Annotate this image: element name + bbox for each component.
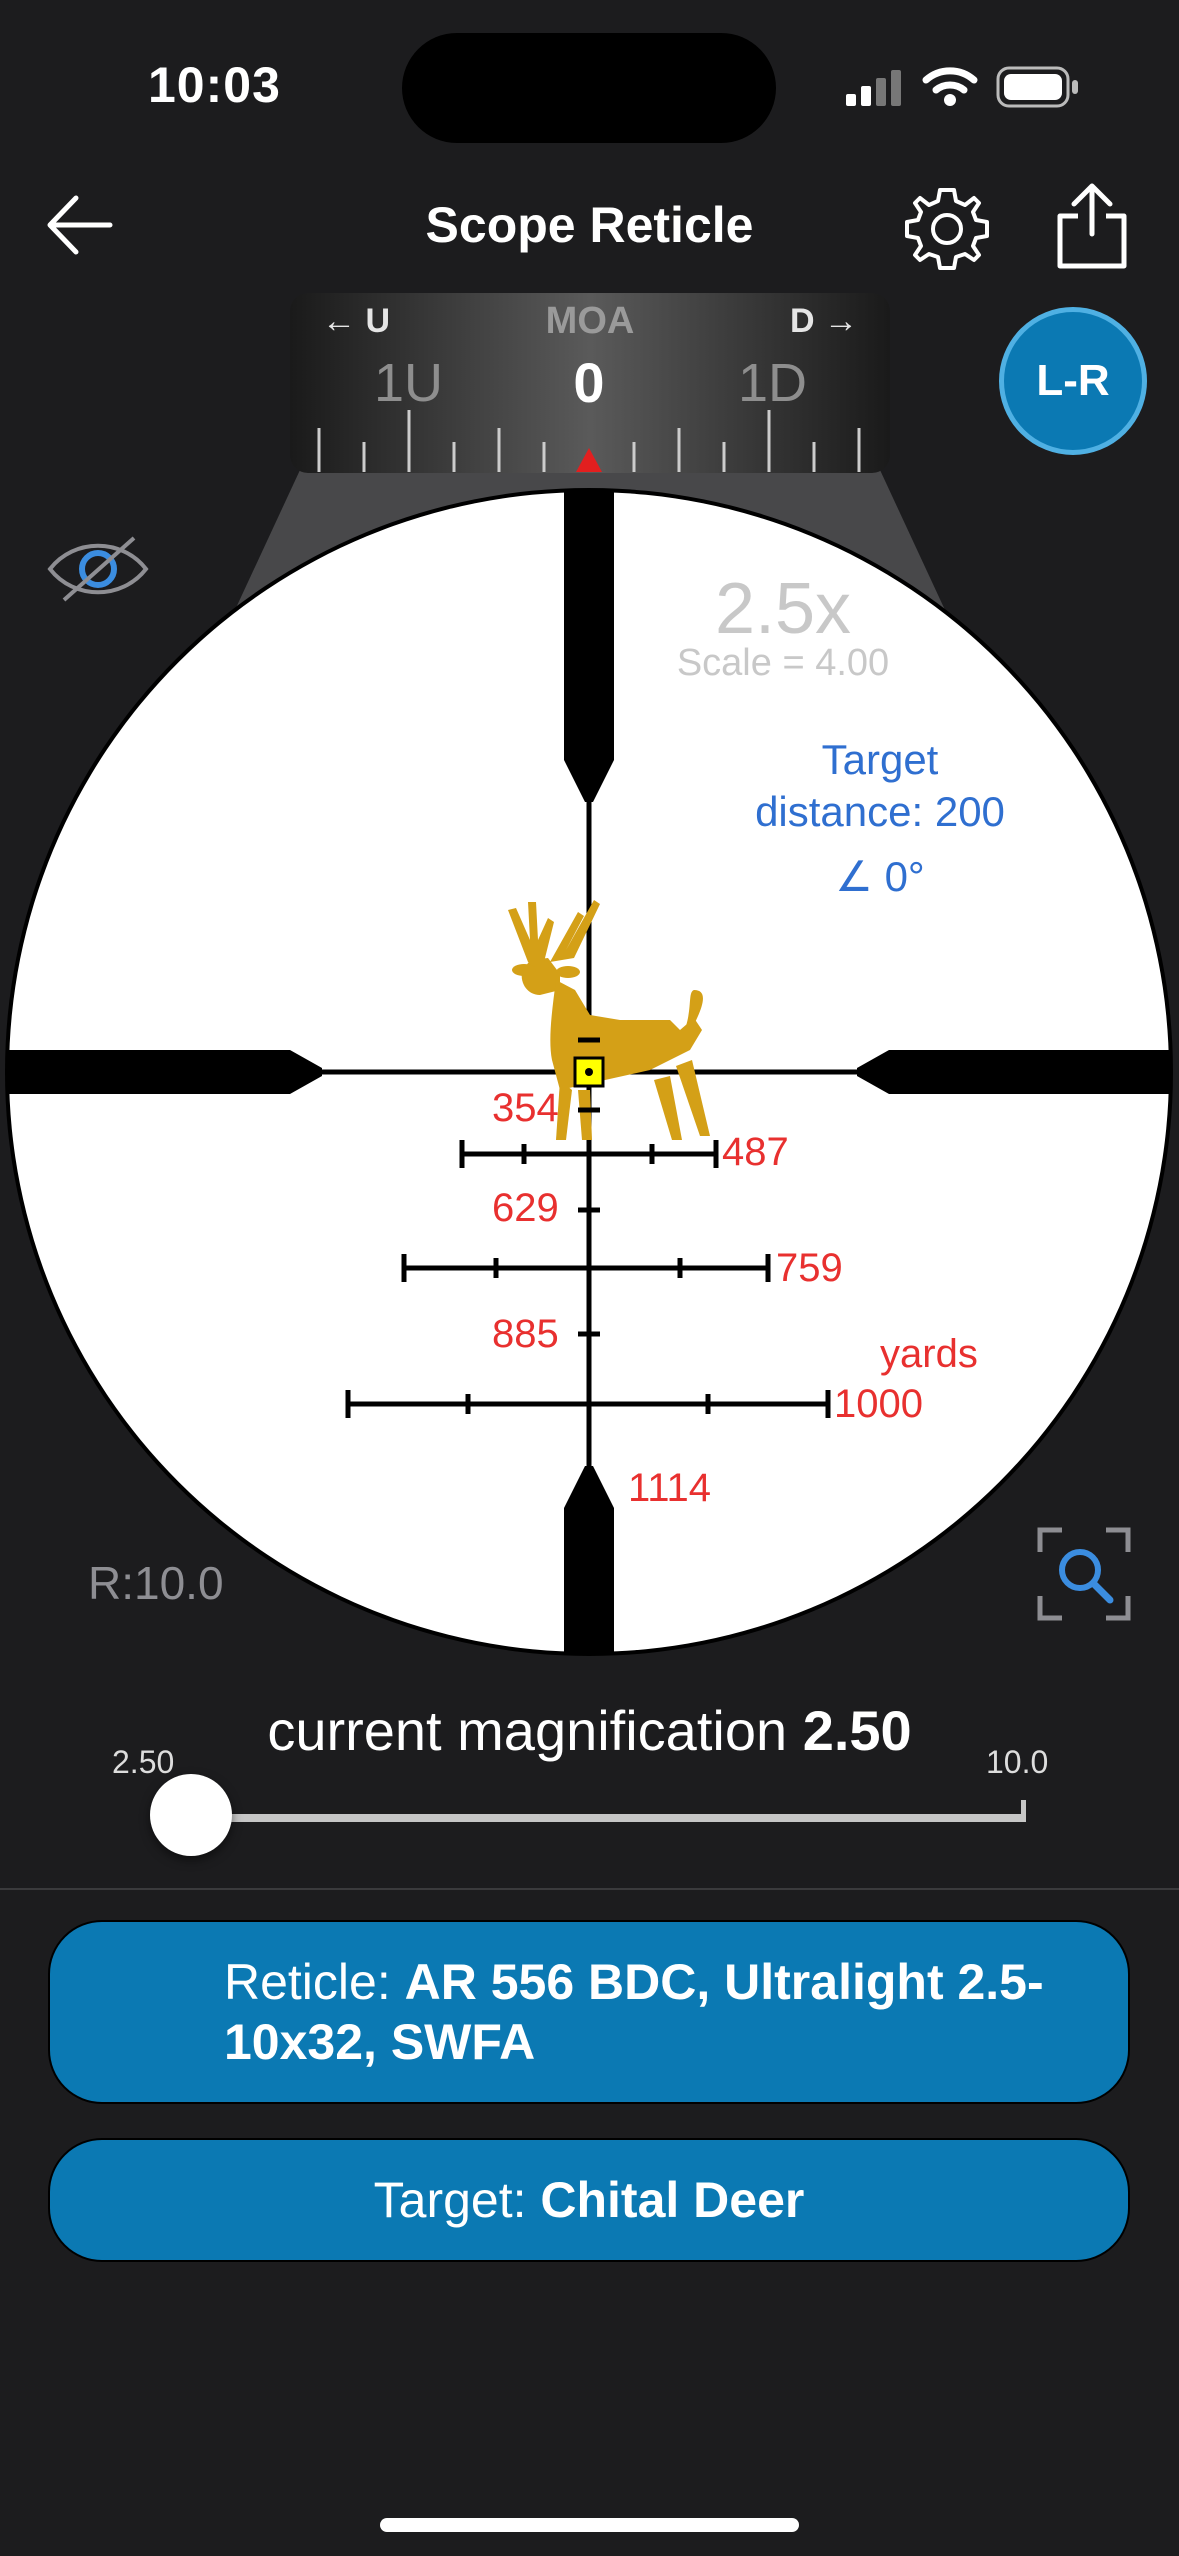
turret-tick-right: 1D [738,353,808,413]
slider-track-end [1021,1800,1026,1822]
dynamic-island [402,33,776,143]
scale-label: Scale = 4.00 [676,642,890,684]
turret-left-label: ← U [322,302,390,340]
home-indicator[interactable] [380,2518,799,2532]
share-icon[interactable] [1054,180,1130,270]
turret-tick-center: 0 [573,351,605,414]
range-label: 1114 [628,1466,712,1510]
magnification-slider-thumb[interactable] [150,1774,232,1856]
wifi-icon [922,67,978,106]
reticle-prefix: Reticle: [224,1954,405,2010]
range-label: 1000 [834,1382,923,1426]
range-label: 354 [492,1086,559,1130]
target-prefix: Target: [373,2172,541,2228]
divider [0,1888,1179,1890]
page-title: Scope Reticle [425,197,754,253]
reticle-range-label: R:10.0 [88,1557,224,1609]
reticle-post-bottom [564,1508,614,1654]
slider-max-label: 10.0 [986,1744,1049,1780]
battery-icon [996,66,1078,108]
lr-toggle-button[interactable]: L-R [999,307,1147,455]
gear-icon[interactable] [902,184,992,274]
target-name: Chital Deer [540,2172,805,2228]
status-time: 10:03 [148,57,281,113]
zoom-search-icon[interactable] [1036,1526,1132,1622]
reticle-post-right [889,1050,1171,1094]
magnification-value: 2.50 [802,1699,912,1762]
target-angle: ∠ 0° [835,853,925,900]
hide-eye-icon[interactable] [44,532,152,606]
magnification-label: current magnification [267,1699,788,1762]
target-distance-line2: distance: 200 [755,788,1005,835]
scope-view [5,293,1173,1656]
target-select-button[interactable]: Target: Chital Deer [48,2138,1130,2262]
reticle-select-button[interactable]: Reticle: AR 556 BDC, Ultralight 2.5-10x3… [48,1920,1130,2104]
range-units-label: yards [880,1332,978,1376]
range-label: 487 [722,1130,789,1174]
reticle-post-left [7,1050,290,1094]
power-label: 2.5x [714,569,852,649]
range-label: 885 [492,1312,559,1356]
turret-tick-left: 1U [374,353,444,413]
reticle-post-top [564,490,614,760]
turret-unit-label: MOA [545,300,635,342]
range-label: 759 [776,1246,843,1290]
magnification-slider-track[interactable] [190,1814,1026,1822]
slider-min-label: 2.50 [112,1744,175,1780]
signal-icon [846,70,901,106]
range-label: 629 [492,1186,559,1230]
turret-right-label: D → [790,302,858,340]
target-distance-line1: Target [821,736,939,783]
